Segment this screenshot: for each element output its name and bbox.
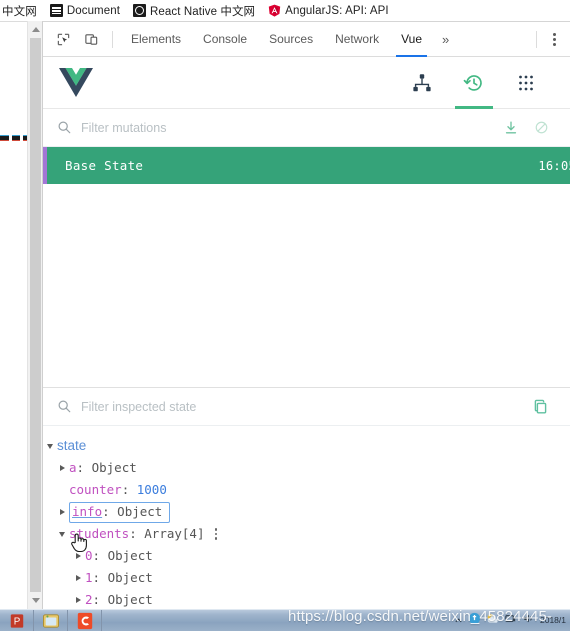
tree-node-key: info xyxy=(72,504,103,519)
more-tabs-chevron-icon[interactable]: » xyxy=(433,32,458,47)
devtools-tabs: Elements Console Sources Network Vue » xyxy=(120,22,458,57)
tab-vue[interactable]: Vue xyxy=(390,22,433,57)
mutation-row-base-state[interactable]: Base State 16:05 xyxy=(43,147,570,184)
bookmark-item-2[interactable]: React Native 中文网 xyxy=(133,3,255,19)
bookmark-label: Document xyxy=(66,4,121,17)
search-icon xyxy=(57,120,72,135)
tab-sources[interactable]: Sources xyxy=(258,22,324,57)
bookmarks-bar: 中文网 Document React Native 中文网 AngularJS:… xyxy=(0,0,570,21)
inspect-element-icon[interactable] xyxy=(50,26,76,52)
scroll-up-arrow-icon[interactable] xyxy=(28,21,43,38)
tree-colon: : xyxy=(129,526,145,541)
mutation-name: Base State xyxy=(65,158,144,173)
tree-colon: : xyxy=(92,570,108,585)
tree-node-value: Object xyxy=(107,570,153,585)
tab-elements[interactable]: Elements xyxy=(120,22,192,57)
filter-inspected-state-input[interactable] xyxy=(81,399,524,414)
toolbar-divider xyxy=(536,30,537,48)
chevron-down-icon[interactable] xyxy=(43,443,57,449)
bookmark-item-0[interactable]: 中文网 xyxy=(2,3,37,19)
screenshot-root: 中文网 Document React Native 中文网 AngularJS:… xyxy=(0,0,570,631)
kebab-menu-icon[interactable] xyxy=(544,28,564,50)
tree-colon: : xyxy=(121,482,137,497)
tree-node-value[interactable]: 1000 xyxy=(137,479,167,501)
vue-panel-header xyxy=(43,57,570,109)
filter-mutations-input[interactable] xyxy=(81,120,494,135)
chevron-right-icon[interactable] xyxy=(71,597,85,603)
export-icon[interactable] xyxy=(498,115,524,141)
scroll-down-arrow-icon[interactable] xyxy=(28,592,43,609)
react-native-favicon xyxy=(133,4,147,17)
vue-logo xyxy=(59,67,93,98)
mutations-list: Base State 16:05 xyxy=(43,147,570,387)
tree-colon: : xyxy=(102,504,118,519)
tree-node-key: students xyxy=(69,526,130,541)
events-icon[interactable] xyxy=(500,57,552,109)
bookmark-label: 中文网 xyxy=(2,5,37,18)
bookmark-label: React Native 中文网 xyxy=(150,5,256,18)
tree-root-label: state xyxy=(57,438,87,453)
node-menu-icon[interactable] xyxy=(214,528,217,540)
vue-panel-tools xyxy=(396,57,552,109)
chevron-right-icon[interactable] xyxy=(55,465,69,471)
tree-node-key: a xyxy=(69,460,77,475)
tree-node-value: Object xyxy=(107,592,153,607)
document-favicon xyxy=(49,4,63,17)
copy-icon[interactable] xyxy=(528,394,554,420)
tree-node-value: Object xyxy=(91,460,137,475)
tree-node-value: Object xyxy=(117,504,163,519)
angularjs-favicon xyxy=(268,4,281,17)
chevron-right-icon[interactable] xyxy=(71,553,85,559)
csdn-watermark: https://blog.csdn.net/weixin_45824445- xyxy=(288,608,552,625)
tree-node-key: counter xyxy=(69,482,122,497)
components-tree-icon[interactable] xyxy=(396,57,448,109)
taskbar-app-2[interactable] xyxy=(34,609,68,631)
devtools-tab-bar: Elements Console Sources Network Vue » xyxy=(43,22,570,57)
bookmark-item-3[interactable]: AngularJS: API: API xyxy=(268,4,389,17)
mutations-filter-bar xyxy=(43,109,570,147)
device-toolbar-icon[interactable] xyxy=(78,26,104,52)
bookmark-item-1[interactable]: Document xyxy=(49,4,121,17)
tree-node-key: 1 xyxy=(85,570,93,585)
tab-network[interactable]: Network xyxy=(324,22,390,57)
tree-node-value: Array[4] xyxy=(144,526,205,541)
tree-node-key: 2 xyxy=(85,592,93,607)
chevron-right-icon[interactable] xyxy=(71,575,85,581)
chevron-right-icon[interactable] xyxy=(55,509,69,515)
chevron-down-icon[interactable] xyxy=(55,531,69,537)
selected-node-highlight[interactable]: info : Object xyxy=(69,501,171,523)
tree-colon: : xyxy=(76,460,92,475)
tree-root-state[interactable]: state xyxy=(43,435,570,457)
inspected-state-filter-bar xyxy=(43,388,570,426)
taskbar-app-1[interactable]: P xyxy=(0,609,34,631)
bookmark-label: AngularJS: API: API xyxy=(285,4,389,17)
tree-node-a[interactable]: a : Object xyxy=(43,457,570,479)
scrollbar-thumb[interactable] xyxy=(30,38,41,592)
toolbar-divider xyxy=(112,30,113,48)
tree-colon: : xyxy=(92,548,108,563)
bilibili-watermark-logo xyxy=(480,497,570,609)
tree-colon: : xyxy=(92,592,108,607)
search-icon xyxy=(57,399,72,414)
vuex-history-icon[interactable] xyxy=(448,57,500,109)
page-vertical-scrollbar[interactable] xyxy=(27,21,42,609)
svg-text:P: P xyxy=(13,616,20,627)
taskbar-app-3[interactable] xyxy=(68,609,102,631)
tree-node-key: 0 xyxy=(85,548,93,563)
devtools-toolbar-right xyxy=(529,28,570,50)
clear-icon[interactable] xyxy=(528,115,554,141)
tab-console[interactable]: Console xyxy=(192,22,258,57)
tree-node-value: Object xyxy=(107,548,153,563)
mutation-time: 16:05 xyxy=(538,158,570,173)
